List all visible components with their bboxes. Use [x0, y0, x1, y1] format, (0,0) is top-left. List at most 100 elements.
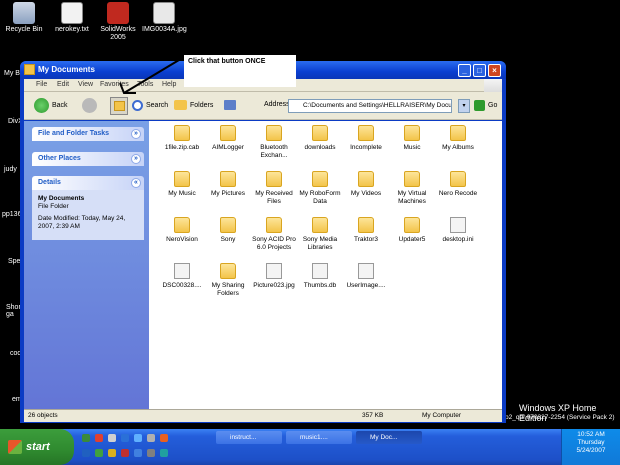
file-item-label: Sony ACID Pro 6.0 Projects [252, 236, 296, 251]
quick-launch-icon[interactable] [108, 434, 116, 442]
up-folder-button[interactable] [110, 97, 128, 115]
folder-icon [358, 125, 374, 141]
file-item[interactable]: My Virtual Machines [389, 171, 435, 205]
file-item[interactable]: desktop.ini [435, 217, 481, 244]
quick-launch-icon[interactable] [160, 434, 168, 442]
desktop-partial-label[interactable]: My Bl [4, 70, 22, 77]
annotation-arrow-icon [119, 56, 185, 94]
file-item-label: Picture023.jpg [253, 282, 295, 289]
quick-launch-icon[interactable] [108, 449, 116, 457]
desktop-partial-label[interactable]: judy [4, 166, 17, 173]
taskbar-item-my-documents[interactable]: My Doc... [356, 431, 422, 444]
file-item[interactable]: 1file.zip.cab [159, 125, 205, 152]
nerokey-file-icon[interactable]: nerokey.txt [50, 2, 94, 34]
desktop-partial-label[interactable]: pp136 [2, 211, 21, 218]
file-item-label: Music [403, 144, 421, 151]
file-item[interactable]: Music [389, 125, 435, 152]
file-item[interactable]: downloads [297, 125, 343, 152]
clock-time[interactable]: 10:52 AM [562, 431, 620, 439]
quick-launch-icon[interactable] [147, 449, 155, 457]
file-item[interactable]: Nero Recode [435, 171, 481, 198]
views-button[interactable] [224, 97, 246, 115]
quick-launch-icon[interactable] [134, 434, 142, 442]
details-modified: Date Modified: Today, May 24, 2007, 2:39… [38, 215, 126, 230]
quick-launch-icon[interactable] [121, 449, 129, 457]
image-file-shortcut[interactable]: IMG0034A.jpg [142, 2, 187, 34]
menu-edit[interactable]: Edit [57, 81, 69, 88]
file-folder-tasks-header[interactable]: File and Folder Tasks » [32, 127, 144, 141]
folder-icon [174, 171, 190, 187]
quick-launch-icon[interactable] [121, 434, 129, 442]
file-item-label: Nero Recode [438, 190, 478, 197]
quick-launch-icon[interactable] [95, 449, 103, 457]
window-title: My Documents [38, 65, 95, 74]
taskbar-item-instructables[interactable]: instruct... [216, 431, 282, 444]
file-item-label: Sony Media Libraries [302, 236, 338, 251]
task-pane: File and Folder Tasks » Other Places » D… [24, 121, 149, 409]
file-item[interactable]: Thumbs.db [297, 263, 343, 290]
file-item[interactable]: Traktor3 [343, 217, 389, 244]
go-arrow-icon [474, 100, 485, 111]
quick-launch-icon[interactable] [160, 449, 168, 457]
file-item[interactable]: My Sharing Folders [205, 263, 251, 297]
file-item[interactable]: NeroVision [159, 217, 205, 244]
file-item[interactable]: UserImage.... [343, 263, 389, 290]
go-button[interactable]: Go [474, 99, 500, 113]
desktop-partial-label[interactable]: Shor ga [6, 304, 21, 318]
file-item[interactable]: Bluetooth Exchan... [251, 125, 297, 159]
file-item[interactable]: Incomplete [343, 125, 389, 152]
quick-launch-icon[interactable] [134, 449, 142, 457]
minimize-button[interactable]: _ [458, 64, 471, 77]
forward-button[interactable] [82, 97, 100, 115]
file-item-label: My Sharing Folders [211, 282, 245, 297]
file-item[interactable]: DSC00328.... [159, 263, 205, 290]
maximize-button[interactable]: □ [473, 64, 486, 77]
file-item[interactable]: My Pictures [205, 171, 251, 198]
address-input[interactable]: C:\Documents and Settings\HELLRAISER\My … [288, 99, 452, 113]
quick-launch-icon[interactable] [82, 434, 90, 442]
close-button[interactable]: × [488, 64, 501, 77]
file-item[interactable]: My Albums [435, 125, 481, 152]
search-button[interactable]: Search [132, 97, 168, 115]
menu-file[interactable]: File [36, 81, 47, 88]
file-item[interactable]: Sony [205, 217, 251, 244]
file-icon [450, 217, 466, 233]
file-item[interactable]: My Received Files [251, 171, 297, 205]
solidworks-shortcut[interactable]: SolidWorks 2005 [96, 2, 140, 42]
file-item[interactable]: My Videos [343, 171, 389, 198]
file-item[interactable]: Sony ACID Pro 6.0 Projects [251, 217, 297, 251]
other-places-header[interactable]: Other Places » [32, 152, 144, 166]
file-icon [358, 263, 374, 279]
file-item-label: Updater5 [398, 236, 426, 243]
menu-view[interactable]: View [78, 81, 93, 88]
file-item-label: My Albums [442, 144, 474, 151]
file-item[interactable]: Updater5 [389, 217, 435, 244]
quick-launch-icon[interactable] [82, 449, 90, 457]
taskbar-item-music[interactable]: music1.... [286, 431, 352, 444]
back-button[interactable]: Back [34, 97, 68, 115]
file-item[interactable]: AIMLogger [205, 125, 251, 152]
file-item[interactable]: Picture023.jpg [251, 263, 297, 290]
folder-icon [174, 125, 190, 141]
file-item[interactable]: Sony Media Libraries [297, 217, 343, 251]
quick-launch-icon[interactable] [95, 434, 103, 442]
file-item[interactable]: My RoboForm Data [297, 171, 343, 205]
go-label: Go [488, 102, 498, 109]
details-header[interactable]: Details « [32, 176, 144, 190]
folders-label: Folders [190, 102, 214, 109]
details-panel: My Documents File Folder Date Modified: … [32, 190, 144, 240]
desktop-partial-label[interactable]: Spe [8, 258, 20, 265]
folder-icon [404, 171, 420, 187]
folders-button[interactable]: Folders [174, 97, 213, 115]
folders-icon [174, 100, 187, 111]
folder-icon [404, 217, 420, 233]
file-list-pane: 1file.zip.cab AIMLogger Bluetooth Exchan..… [149, 121, 502, 409]
up-folder-icon [114, 101, 125, 111]
file-item[interactable]: My Music [159, 171, 205, 198]
file-item-label: Sony [220, 236, 236, 243]
start-button[interactable]: start [0, 429, 74, 465]
quick-launch-icon[interactable] [147, 434, 155, 442]
recycle-bin-icon[interactable]: Recycle Bin [2, 2, 46, 34]
address-dropdown-icon[interactable]: ▾ [458, 99, 470, 113]
status-size: 357 KB [362, 412, 384, 419]
